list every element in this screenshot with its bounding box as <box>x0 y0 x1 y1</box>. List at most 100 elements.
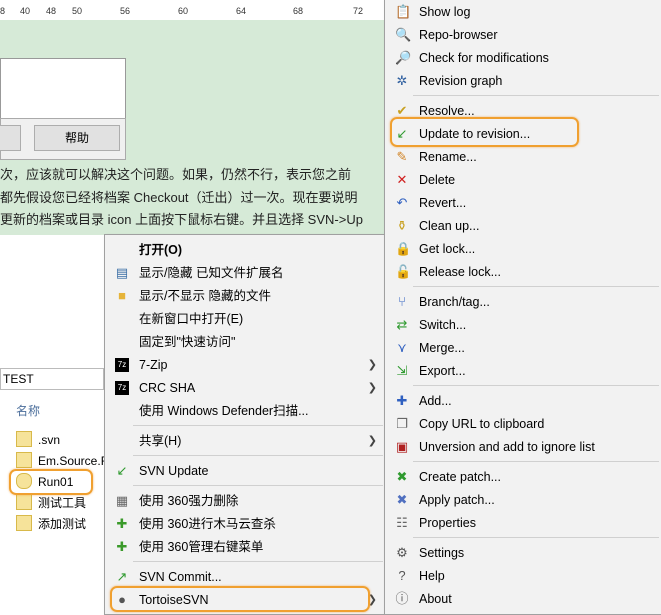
menu-item-share[interactable]: 共享(H) ❯ <box>105 430 385 452</box>
ruler: 8 40 48 50 56 60 64 68 72 <box>0 0 384 21</box>
ruler-tick: 56 <box>120 6 131 16</box>
menu-item-help[interactable]: ? Help <box>385 565 661 587</box>
menu-item-merge[interactable]: ⋎ Merge... <box>385 337 661 359</box>
list-item[interactable]: .svn <box>16 430 60 450</box>
modifications-icon: 🔎 <box>395 50 412 65</box>
chevron-right-icon: ❯ <box>367 382 377 394</box>
menu-item-get-lock[interactable]: 🔒 Get lock... <box>385 238 661 260</box>
ruler-tick: 64 <box>236 6 247 16</box>
ruler-tick: 68 <box>293 6 304 16</box>
folder-svn-icon <box>16 452 32 468</box>
menu-item-clean-up[interactable]: ⚱ Clean up... <box>385 215 661 237</box>
menu-item-pin-quick-access[interactable]: 固定到"快速访问" <box>105 331 385 353</box>
menu-item-rename[interactable]: ✎ Rename... <box>385 146 661 168</box>
ruler-tick: 50 <box>72 6 83 16</box>
7zip-icon: 7z <box>115 381 129 395</box>
menu-item-about[interactable]: ⓘ About <box>385 588 661 610</box>
doc-line: 次，应该就可以解决这个问题。如果，仍然不行，表示您之前 <box>0 167 352 182</box>
menu-separator <box>413 537 659 538</box>
resolve-icon: ✔ <box>396 103 408 118</box>
folder-icon: ■ <box>118 288 126 303</box>
360-icon: ✚ <box>116 516 128 531</box>
ruler-tick: 48 <box>46 6 57 16</box>
menu-separator <box>133 561 383 562</box>
address-bar[interactable]: TEST <box>0 368 104 390</box>
menu-separator <box>413 286 659 287</box>
chevron-right-icon: ❯ <box>367 359 377 371</box>
360-icon: ✚ <box>116 539 128 554</box>
menu-item-release-lock[interactable]: 🔓 Release lock... <box>385 261 661 283</box>
rename-icon: ✎ <box>396 149 408 164</box>
list-item[interactable]: 添加测试 <box>16 514 86 534</box>
menu-item-crc-sha[interactable]: 7z CRC SHA ❯ <box>105 377 385 399</box>
menu-item-open-new-window[interactable]: 在新窗口中打开(E) <box>105 308 385 330</box>
menu-item-svn-update[interactable]: ↙ SVN Update <box>105 460 385 482</box>
context-menu: 打开(O) ▤ 显示/隐藏 已知文件扩展名 ■ 显示/不显示 隐藏的文件 在新窗口中… <box>104 234 386 615</box>
folder-add-icon <box>16 515 32 531</box>
menu-separator <box>133 425 383 426</box>
branch-icon: ⑂ <box>398 294 406 309</box>
menu-item-unversion-ignore[interactable]: ▣ Unversion and add to ignore list <box>385 436 661 458</box>
menu-item-360-scan[interactable]: ✚ 使用 360进行木马云查杀 <box>105 513 385 535</box>
menu-item-360-delete[interactable]: ▦ 使用 360强力删除 <box>105 490 385 512</box>
highlight-tortoisesvn <box>110 586 370 612</box>
7zip-icon: 7z <box>115 358 129 372</box>
menu-item-open[interactable]: 打开(O) <box>105 239 385 261</box>
shredder-icon: ▦ <box>115 493 129 508</box>
help-button[interactable]: 帮助 <box>34 125 120 151</box>
copy-url-icon: ❐ <box>396 416 408 431</box>
ignore-icon: ▣ <box>395 439 409 454</box>
menu-item-switch[interactable]: ⇄ Switch... <box>385 314 661 336</box>
menu-item-add[interactable]: ✚ Add... <box>385 390 661 412</box>
svn-update-icon: ↙ <box>116 463 128 478</box>
menu-item-delete[interactable]: ✕ Delete <box>385 169 661 191</box>
folder-icon <box>16 431 32 447</box>
menu-item-360-manage[interactable]: ✚ 使用 360管理右键菜单 <box>105 536 385 558</box>
menu-separator <box>413 461 659 462</box>
ruler-tick: 72 <box>353 6 364 16</box>
graph-icon: ✲ <box>396 73 408 88</box>
ruler-tick: 40 <box>20 6 31 16</box>
tortoisesvn-submenu: 📋 Show log 🔍 Repo-browser 🔎 Check for modif… <box>384 0 661 615</box>
properties-icon: ☷ <box>396 515 408 530</box>
ruler-tick: 60 <box>178 6 189 16</box>
menu-item-toggle-hidden[interactable]: ■ 显示/不显示 隐藏的文件 <box>105 285 385 307</box>
column-header-name[interactable]: 名称 <box>16 402 40 419</box>
list-item[interactable]: 测试工具 <box>16 493 86 513</box>
menu-item-revision-graph[interactable]: ✲ Revision graph <box>385 70 661 92</box>
menu-item-defender-scan[interactable]: 使用 Windows Defender扫描... <box>105 400 385 422</box>
cleanup-icon: ⚱ <box>396 218 408 233</box>
highlight-update-to-revision <box>390 117 579 147</box>
menu-separator <box>413 95 659 96</box>
revert-icon: ↶ <box>396 195 408 210</box>
folder-svn-icon <box>16 494 32 510</box>
menu-item-toggle-extensions[interactable]: ▤ 显示/隐藏 已知文件扩展名 <box>105 262 385 284</box>
menu-item-create-patch[interactable]: ✖ Create patch... <box>385 466 661 488</box>
repo-icon: 🔍 <box>395 27 412 42</box>
create-patch-icon: ✖ <box>396 469 408 484</box>
menu-item-copy-url[interactable]: ❐ Copy URL to clipboard <box>385 413 661 435</box>
dialog-button[interactable] <box>0 125 21 151</box>
menu-item-repo-browser[interactable]: 🔍 Repo-browser <box>385 24 661 46</box>
menu-item-settings[interactable]: ⚙ Settings <box>385 542 661 564</box>
dialog-button-bar: 帮助 <box>0 118 126 160</box>
chevron-right-icon: ❯ <box>367 435 377 447</box>
menu-item-properties[interactable]: ☷ Properties <box>385 512 661 534</box>
menu-item-check-modifications[interactable]: 🔎 Check for modifications <box>385 47 661 69</box>
ruler-tick: 8 <box>0 6 6 16</box>
menu-item-revert[interactable]: ↶ Revert... <box>385 192 661 214</box>
menu-item-7zip[interactable]: 7z 7-Zip ❯ <box>105 354 385 376</box>
about-icon: ⓘ <box>395 591 409 606</box>
unlock-icon: 🔓 <box>395 264 412 279</box>
menu-item-show-log[interactable]: 📋 Show log <box>385 1 661 23</box>
export-icon: ⇲ <box>396 363 408 378</box>
list-item[interactable]: Em.Source.F <box>16 451 108 471</box>
menu-item-svn-commit[interactable]: ↗ SVN Commit... <box>105 566 385 588</box>
apply-patch-icon: ✖ <box>396 492 408 507</box>
svn-commit-icon: ↗ <box>116 569 128 584</box>
menu-item-apply-patch[interactable]: ✖ Apply patch... <box>385 489 661 511</box>
menu-separator <box>413 385 659 386</box>
menu-separator <box>133 485 383 486</box>
menu-item-export[interactable]: ⇲ Export... <box>385 360 661 382</box>
menu-item-branch-tag[interactable]: ⑂ Branch/tag... <box>385 291 661 313</box>
